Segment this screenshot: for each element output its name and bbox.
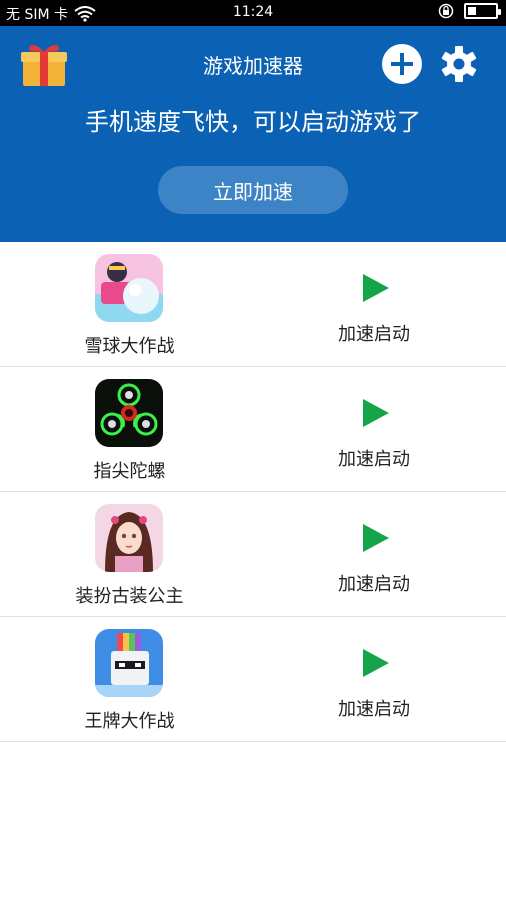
settings-gear-icon[interactable] (439, 44, 479, 84)
clock: 11:24 (232, 4, 274, 20)
list-item: 指尖陀螺 加速启动 (0, 367, 506, 492)
plus-icon (391, 53, 413, 75)
play-icon[interactable] (363, 524, 389, 552)
add-game-button[interactable] (382, 44, 422, 84)
princess-dressup-icon[interactable] (95, 504, 163, 572)
app-title: 游戏加速器 (203, 54, 303, 78)
game-name: 王牌大作战 (84, 711, 175, 732)
game-name: 指尖陀螺 (93, 461, 166, 482)
snowball-game-icon[interactable] (95, 254, 163, 322)
header: 游戏加速器 手机速度飞快，可以启动游戏了 立即加速 (0, 26, 506, 242)
launch-button[interactable]: 加速启动 (320, 570, 428, 596)
list-item: 装扮古装公主 加速启动 (0, 492, 506, 617)
accelerate-now-button[interactable]: 立即加速 (158, 166, 348, 214)
list-item: 雪球大作战 加速启动 (0, 242, 506, 367)
play-icon[interactable] (363, 274, 389, 302)
ace-battle-icon[interactable] (95, 629, 163, 697)
game-name: 雪球大作战 (84, 336, 175, 357)
launch-button[interactable]: 加速启动 (320, 695, 428, 721)
fidget-spinner-icon[interactable] (95, 379, 163, 447)
game-list: 雪球大作战 加速启动 指尖陀螺 加速启动 装扮古装公主 加速启动 王牌大作战 加… (0, 242, 506, 742)
play-icon[interactable] (363, 649, 389, 677)
game-name: 装扮古装公主 (75, 586, 184, 607)
launch-button[interactable]: 加速启动 (320, 320, 428, 346)
rotation-lock-icon (438, 3, 454, 19)
list-item: 王牌大作战 加速启动 (0, 617, 506, 742)
status-bar: 无 SIM 卡 11:24 (0, 0, 506, 26)
status-message: 手机速度飞快，可以启动游戏了 (85, 108, 421, 136)
play-icon[interactable] (363, 399, 389, 427)
battery-icon (464, 3, 501, 19)
launch-button[interactable]: 加速启动 (320, 445, 428, 471)
